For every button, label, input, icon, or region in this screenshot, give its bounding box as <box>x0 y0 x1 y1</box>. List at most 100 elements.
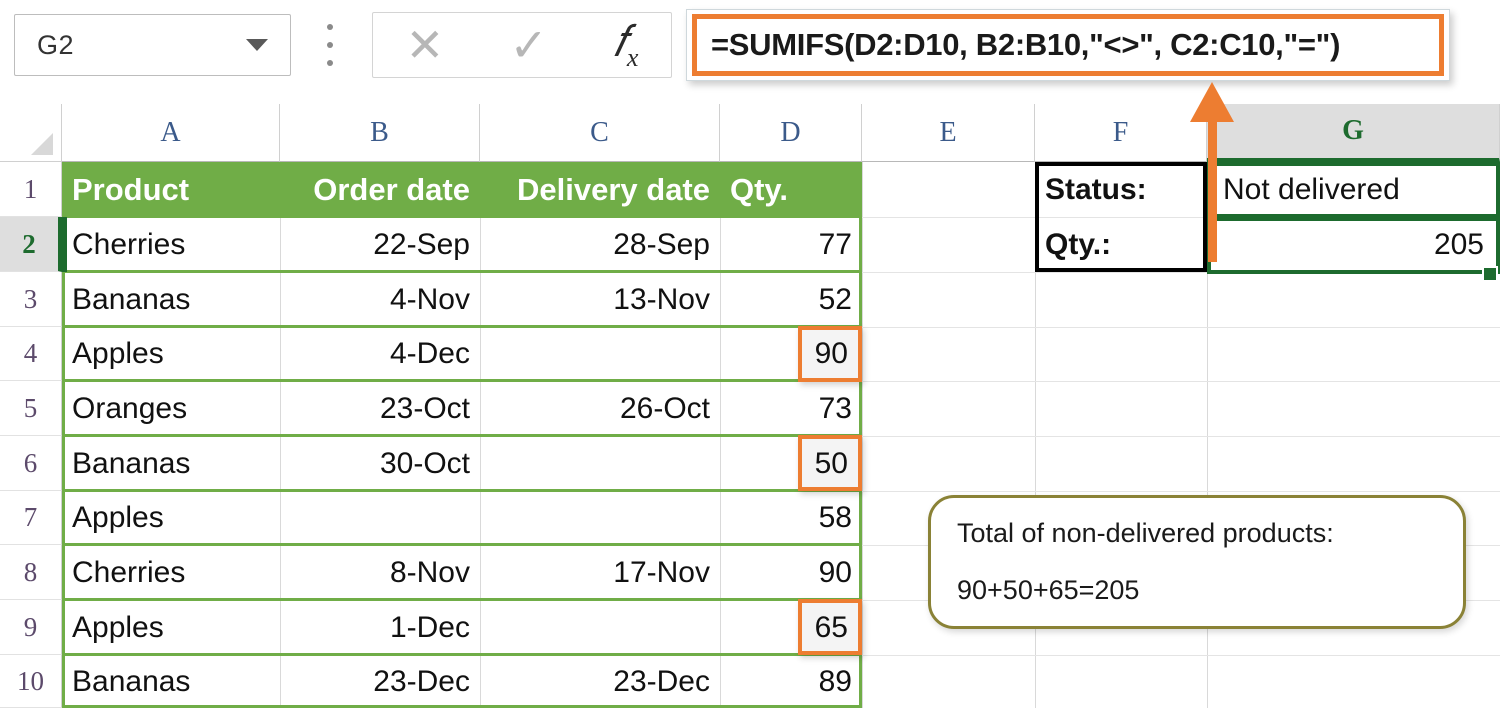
range-border-left <box>62 215 65 708</box>
range-border-top <box>62 215 862 218</box>
row-header-6[interactable]: 6 <box>0 436 62 491</box>
table-header-qty: Qty. <box>730 171 788 207</box>
close-x-icon[interactable]: ✕ <box>406 22 445 68</box>
column-header-f[interactable]: F <box>1035 104 1207 162</box>
cell-a6[interactable]: Bananas <box>62 436 280 491</box>
row-header-7[interactable]: 7 <box>0 491 62 545</box>
cell-b6[interactable]: 30-Oct <box>280 436 480 491</box>
cell-g2-qty-value[interactable]: 205 <box>1207 217 1494 272</box>
cell-c3[interactable]: 13-Nov <box>480 272 720 327</box>
name-box[interactable]: G2 <box>14 14 291 76</box>
row-header-5[interactable]: 5 <box>0 381 62 436</box>
cell-a3[interactable]: Bananas <box>62 272 280 327</box>
cell-f2-qty-label[interactable]: Qty.: <box>1035 217 1207 272</box>
row-header-9-label: 9 <box>23 611 38 642</box>
cell-d10[interactable]: 89 <box>720 655 862 708</box>
vertical-dots-icon[interactable] <box>326 24 334 66</box>
row-header-1-label: 1 <box>23 173 38 204</box>
gridline-v-d-e <box>862 162 863 708</box>
cell-c2[interactable]: 28-Sep <box>480 217 720 272</box>
cell-b3[interactable]: 4-Nov <box>280 272 480 327</box>
cell-c5[interactable]: 26-Oct <box>480 381 720 436</box>
fx-insert-function-icon[interactable]: 𝑓x <box>613 19 638 71</box>
column-header-b[interactable]: B <box>280 104 480 162</box>
select-all-corner[interactable] <box>0 104 62 162</box>
column-header-d-label: D <box>780 116 801 148</box>
column-header-e-label: E <box>939 116 957 148</box>
cell-a5[interactable]: Oranges <box>62 381 280 436</box>
cell-d5[interactable]: 73 <box>720 381 862 436</box>
row-header-5-label: 5 <box>23 392 38 423</box>
formula-input[interactable]: =SUMIFS(D2:D10, B2:B10,"<>", C2:C10,"=") <box>692 14 1444 76</box>
excel-screenshot-root: G2 ✕ ✓ 𝑓x =SUMIFS(D2:D10, B2:B10,"<>", C… <box>0 0 1500 708</box>
row-header-1[interactable]: 1 <box>0 162 62 217</box>
chevron-down-icon[interactable] <box>246 39 268 51</box>
cell-b7[interactable] <box>280 491 480 545</box>
explanation-callout: Total of non-delivered products: 90+50+6… <box>928 495 1466 629</box>
check-icon[interactable]: ✓ <box>509 22 548 68</box>
column-header-f-label: F <box>1112 116 1129 148</box>
row-header-8-label: 8 <box>23 556 38 587</box>
row-header-4-label: 4 <box>23 338 38 368</box>
range-border-row7 <box>62 543 862 546</box>
cell-a4[interactable]: Apples <box>62 327 280 381</box>
column-header-e[interactable]: E <box>862 104 1035 162</box>
cell-g1-status-value[interactable]: Not delivered <box>1213 162 1498 217</box>
column-header-g-label: G <box>1342 115 1364 146</box>
cell-c7[interactable] <box>480 491 720 545</box>
spreadsheet-grid: A B C D E F G 1 2 3 4 5 6 7 8 9 10 Produ… <box>0 104 1500 708</box>
table-header-delivery-date: Delivery date <box>517 171 710 207</box>
column-header-c-label: C <box>590 116 609 148</box>
formula-action-buttons: ✕ ✓ 𝑓x <box>372 12 672 78</box>
range-border-row3 <box>62 325 862 328</box>
row-header-10[interactable]: 10 <box>0 655 62 708</box>
row-header-8[interactable]: 8 <box>0 545 62 600</box>
table-header-product: Product <box>72 171 190 207</box>
cell-b2[interactable]: 22-Sep <box>280 217 480 272</box>
up-arrow-annotation-shaft <box>1208 118 1217 262</box>
row-header-2[interactable]: 2 <box>0 217 62 272</box>
cell-d9[interactable]: 65 <box>798 600 858 655</box>
cell-f1-status-label[interactable]: Status: <box>1035 162 1207 217</box>
cell-a8[interactable]: Cherries <box>62 545 280 600</box>
cell-a9[interactable]: Apples <box>62 600 280 655</box>
cell-c10[interactable]: 23-Dec <box>480 655 720 708</box>
row-header-10-label: 10 <box>17 665 44 696</box>
range-border-row8 <box>62 598 862 601</box>
cell-b10[interactable]: 23-Dec <box>280 655 480 708</box>
cell-c6[interactable] <box>480 436 720 491</box>
cell-c8[interactable]: 17-Nov <box>480 545 720 600</box>
cell-d4[interactable]: 90 <box>798 327 858 381</box>
cell-d3[interactable]: 52 <box>720 272 862 327</box>
row-header-7-label: 7 <box>23 502 38 532</box>
range-border-row9 <box>62 653 862 656</box>
cell-d7[interactable]: 58 <box>720 491 862 545</box>
column-header-g[interactable]: G <box>1207 104 1500 162</box>
column-header-a[interactable]: A <box>62 104 280 162</box>
cell-b5[interactable]: 23-Oct <box>280 381 480 436</box>
cell-b9[interactable]: 1-Dec <box>280 600 480 655</box>
row-header-6-label: 6 <box>23 447 38 478</box>
fill-handle[interactable] <box>1482 266 1498 282</box>
cell-a10[interactable]: Bananas <box>62 655 280 708</box>
row-header-2-label: 2 <box>22 228 36 259</box>
cell-d6[interactable]: 50 <box>798 436 858 491</box>
up-arrow-annotation-head <box>1190 82 1234 122</box>
cell-d2[interactable]: 77 <box>720 217 862 272</box>
cell-c9[interactable] <box>480 600 720 655</box>
row-header-3[interactable]: 3 <box>0 272 62 327</box>
column-header-d[interactable]: D <box>720 104 862 162</box>
callout-line-1: Total of non-delivered products: <box>957 518 1334 548</box>
cell-b8[interactable]: 8-Nov <box>280 545 480 600</box>
row-header-3-label: 3 <box>23 283 38 314</box>
cell-d8[interactable]: 90 <box>720 545 862 600</box>
cell-b4[interactable]: 4-Dec <box>280 327 480 381</box>
formula-text: =SUMIFS(D2:D10, B2:B10,"<>", C2:C10,"=") <box>711 27 1341 62</box>
row-header-4[interactable]: 4 <box>0 327 62 381</box>
cell-a2[interactable]: Cherries <box>62 217 280 272</box>
row-header-9[interactable]: 9 <box>0 600 62 655</box>
callout-line-2: 90+50+65=205 <box>957 575 1140 605</box>
column-header-c[interactable]: C <box>480 104 720 162</box>
cell-a7[interactable]: Apples <box>62 491 280 545</box>
cell-c4[interactable] <box>480 327 720 381</box>
